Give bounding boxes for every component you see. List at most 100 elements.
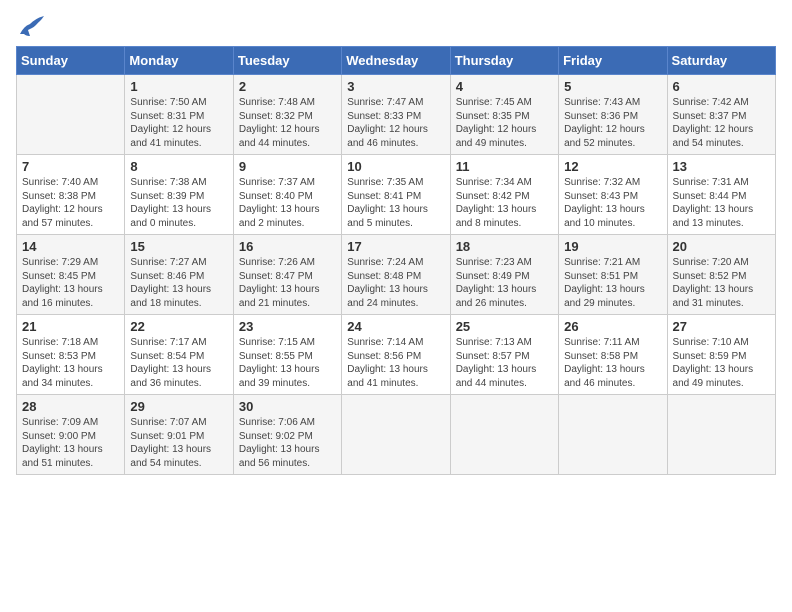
day-number: 21 xyxy=(22,319,119,334)
cell-content: Sunrise: 7:06 AM Sunset: 9:02 PM Dayligh… xyxy=(239,416,336,470)
calendar-cell: 3 Sunrise: 7:47 AM Sunset: 8:33 PM Daylig… xyxy=(342,75,450,155)
cell-content: Sunrise: 7:17 AM Sunset: 8:54 PM Dayligh… xyxy=(130,336,227,390)
calendar-cell: 5Sunrise: 7:43 AM Sunset: 8:36 PM Daylig… xyxy=(559,75,667,155)
cell-content: Sunrise: 7:32 AM Sunset: 8:43 PM Dayligh… xyxy=(564,176,661,230)
calendar-cell: 9 Sunrise: 7:37 AM Sunset: 8:40 PM Daylig… xyxy=(233,155,341,235)
calendar-cell: 10 Sunrise: 7:35 AM Sunset: 8:41 PM Dayli… xyxy=(342,155,450,235)
cell-content: Sunrise: 7:48 AM Sunset: 8:32 PM Dayligh… xyxy=(239,96,336,150)
calendar-week-row: 28 Sunrise: 7:09 AM Sunset: 9:00 PM Dayli… xyxy=(17,395,776,475)
cell-content: Sunrise: 7:09 AM Sunset: 9:00 PM Dayligh… xyxy=(22,416,119,470)
day-number: 3 xyxy=(347,79,444,94)
calendar-cell xyxy=(559,395,667,475)
cell-content: Sunrise: 7:47 AM Sunset: 8:33 PM Dayligh… xyxy=(347,96,444,150)
cell-content: Sunrise: 7:37 AM Sunset: 8:40 PM Dayligh… xyxy=(239,176,336,230)
day-number: 2 xyxy=(239,79,336,94)
calendar-cell: 13 Sunrise: 7:31 AM Sunset: 8:44 PM Dayli… xyxy=(667,155,775,235)
calendar-cell: 16 Sunrise: 7:26 AM Sunset: 8:47 PM Dayli… xyxy=(233,235,341,315)
header xyxy=(16,16,776,38)
column-header-thursday: Thursday xyxy=(450,47,558,75)
calendar-cell: 25 Sunrise: 7:13 AM Sunset: 8:57 PM Dayli… xyxy=(450,315,558,395)
calendar-cell: 26 Sunrise: 7:11 AM Sunset: 8:58 PM Dayli… xyxy=(559,315,667,395)
calendar-cell: 29Sunrise: 7:07 AM Sunset: 9:01 PM Dayli… xyxy=(125,395,233,475)
column-header-tuesday: Tuesday xyxy=(233,47,341,75)
day-number: 9 xyxy=(239,159,336,174)
calendar-cell: 28 Sunrise: 7:09 AM Sunset: 9:00 PM Dayli… xyxy=(17,395,125,475)
cell-content: Sunrise: 7:38 AM Sunset: 8:39 PM Dayligh… xyxy=(130,176,227,230)
day-number: 14 xyxy=(22,239,119,254)
day-number: 5 xyxy=(564,79,661,94)
cell-content: Sunrise: 7:29 AM Sunset: 8:45 PM Dayligh… xyxy=(22,256,119,310)
calendar-cell: 30Sunrise: 7:06 AM Sunset: 9:02 PM Dayli… xyxy=(233,395,341,475)
day-number: 1 xyxy=(130,79,227,94)
calendar-week-row: 21 Sunrise: 7:18 AM Sunset: 8:53 PM Dayli… xyxy=(17,315,776,395)
cell-content: Sunrise: 7:15 AM Sunset: 8:55 PM Dayligh… xyxy=(239,336,336,390)
cell-content: Sunrise: 7:11 AM Sunset: 8:58 PM Dayligh… xyxy=(564,336,661,390)
day-number: 17 xyxy=(347,239,444,254)
day-number: 18 xyxy=(456,239,553,254)
calendar-header-row: SundayMondayTuesdayWednesdayThursdayFrid… xyxy=(17,47,776,75)
cell-content: Sunrise: 7:13 AM Sunset: 8:57 PM Dayligh… xyxy=(456,336,553,390)
day-number: 19 xyxy=(564,239,661,254)
calendar-cell: 24 Sunrise: 7:14 AM Sunset: 8:56 PM Dayli… xyxy=(342,315,450,395)
calendar-cell: 17Sunrise: 7:24 AM Sunset: 8:48 PM Dayli… xyxy=(342,235,450,315)
calendar-cell: 20 Sunrise: 7:20 AM Sunset: 8:52 PM Dayli… xyxy=(667,235,775,315)
column-header-friday: Friday xyxy=(559,47,667,75)
calendar-cell: 22 Sunrise: 7:17 AM Sunset: 8:54 PM Dayli… xyxy=(125,315,233,395)
calendar-cell xyxy=(342,395,450,475)
logo xyxy=(16,16,48,38)
cell-content: Sunrise: 7:26 AM Sunset: 8:47 PM Dayligh… xyxy=(239,256,336,310)
cell-content: Sunrise: 7:35 AM Sunset: 8:41 PM Dayligh… xyxy=(347,176,444,230)
day-number: 8 xyxy=(130,159,227,174)
day-number: 12 xyxy=(564,159,661,174)
cell-content: Sunrise: 7:14 AM Sunset: 8:56 PM Dayligh… xyxy=(347,336,444,390)
cell-content: Sunrise: 7:45 AM Sunset: 8:35 PM Dayligh… xyxy=(456,96,553,150)
cell-content: Sunrise: 7:34 AM Sunset: 8:42 PM Dayligh… xyxy=(456,176,553,230)
cell-content: Sunrise: 7:23 AM Sunset: 8:49 PM Dayligh… xyxy=(456,256,553,310)
cell-content: Sunrise: 7:20 AM Sunset: 8:52 PM Dayligh… xyxy=(673,256,770,310)
calendar-cell: 2 Sunrise: 7:48 AM Sunset: 8:32 PM Daylig… xyxy=(233,75,341,155)
cell-content: Sunrise: 7:31 AM Sunset: 8:44 PM Dayligh… xyxy=(673,176,770,230)
day-number: 13 xyxy=(673,159,770,174)
cell-content: Sunrise: 7:42 AM Sunset: 8:37 PM Dayligh… xyxy=(673,96,770,150)
calendar-cell xyxy=(17,75,125,155)
day-number: 24 xyxy=(347,319,444,334)
day-number: 16 xyxy=(239,239,336,254)
day-number: 25 xyxy=(456,319,553,334)
calendar-cell: 8 Sunrise: 7:38 AM Sunset: 8:39 PM Daylig… xyxy=(125,155,233,235)
column-header-saturday: Saturday xyxy=(667,47,775,75)
day-number: 26 xyxy=(564,319,661,334)
cell-content: Sunrise: 7:40 AM Sunset: 8:38 PM Dayligh… xyxy=(22,176,119,230)
day-number: 11 xyxy=(456,159,553,174)
calendar-week-row: 14 Sunrise: 7:29 AM Sunset: 8:45 PM Dayli… xyxy=(17,235,776,315)
day-number: 4 xyxy=(456,79,553,94)
cell-content: Sunrise: 7:18 AM Sunset: 8:53 PM Dayligh… xyxy=(22,336,119,390)
calendar-cell: 4 Sunrise: 7:45 AM Sunset: 8:35 PM Daylig… xyxy=(450,75,558,155)
column-header-sunday: Sunday xyxy=(17,47,125,75)
calendar-cell: 23Sunrise: 7:15 AM Sunset: 8:55 PM Dayli… xyxy=(233,315,341,395)
calendar-cell: 11 Sunrise: 7:34 AM Sunset: 8:42 PM Dayli… xyxy=(450,155,558,235)
day-number: 28 xyxy=(22,399,119,414)
calendar-cell: 1Sunrise: 7:50 AM Sunset: 8:31 PM Daylig… xyxy=(125,75,233,155)
cell-content: Sunrise: 7:21 AM Sunset: 8:51 PM Dayligh… xyxy=(564,256,661,310)
column-header-wednesday: Wednesday xyxy=(342,47,450,75)
cell-content: Sunrise: 7:07 AM Sunset: 9:01 PM Dayligh… xyxy=(130,416,227,470)
cell-content: Sunrise: 7:27 AM Sunset: 8:46 PM Dayligh… xyxy=(130,256,227,310)
calendar-cell: 15 Sunrise: 7:27 AM Sunset: 8:46 PM Dayli… xyxy=(125,235,233,315)
day-number: 20 xyxy=(673,239,770,254)
day-number: 10 xyxy=(347,159,444,174)
calendar-cell xyxy=(450,395,558,475)
calendar-cell: 12 Sunrise: 7:32 AM Sunset: 8:43 PM Dayli… xyxy=(559,155,667,235)
calendar-cell: 14 Sunrise: 7:29 AM Sunset: 8:45 PM Dayli… xyxy=(17,235,125,315)
calendar-week-row: 1Sunrise: 7:50 AM Sunset: 8:31 PM Daylig… xyxy=(17,75,776,155)
day-number: 22 xyxy=(130,319,227,334)
day-number: 6 xyxy=(673,79,770,94)
day-number: 27 xyxy=(673,319,770,334)
day-number: 7 xyxy=(22,159,119,174)
day-number: 15 xyxy=(130,239,227,254)
column-header-monday: Monday xyxy=(125,47,233,75)
calendar-cell: 18 Sunrise: 7:23 AM Sunset: 8:49 PM Dayli… xyxy=(450,235,558,315)
calendar-cell: 19 Sunrise: 7:21 AM Sunset: 8:51 PM Dayli… xyxy=(559,235,667,315)
calendar-cell: 7 Sunrise: 7:40 AM Sunset: 8:38 PM Daylig… xyxy=(17,155,125,235)
calendar-week-row: 7 Sunrise: 7:40 AM Sunset: 8:38 PM Daylig… xyxy=(17,155,776,235)
logo-bird-icon xyxy=(16,16,44,38)
